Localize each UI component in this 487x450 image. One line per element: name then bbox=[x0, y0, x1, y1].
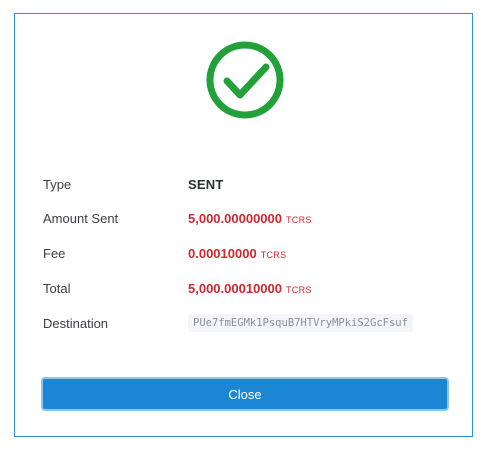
fee-row: Fee 0.00010000 TCRS bbox=[43, 241, 453, 265]
fee-label: Fee bbox=[43, 245, 66, 261]
amount-sent-label: Amount Sent bbox=[43, 210, 119, 226]
amount-sent-value: 5,000.00000000 bbox=[188, 210, 282, 226]
type-row: Type SENT bbox=[43, 172, 453, 196]
type-value: SENT bbox=[188, 176, 224, 192]
total-value-group: 5,000.00010000 TCRS bbox=[188, 281, 312, 296]
destination-row: Destination PUe7fmEGMk1PsquB7HTVryMPkiS2… bbox=[43, 311, 453, 335]
fee-value: 0.00010000 bbox=[188, 245, 257, 261]
destination-address[interactable]: PUe7fmEGMk1PsquB7HTVryMPkiS2GcFsuf bbox=[188, 314, 413, 332]
transaction-result-dialog: Type SENT Amount Sent 5,000.00000000 TCR… bbox=[14, 13, 473, 437]
total-label: Total bbox=[43, 280, 71, 296]
destination-label: Destination bbox=[43, 315, 109, 331]
type-label: Type bbox=[43, 176, 72, 192]
total-value: 5,000.00010000 bbox=[188, 280, 282, 296]
close-button[interactable]: Close bbox=[41, 377, 449, 411]
fee-value-group: 0.00010000 TCRS bbox=[188, 246, 286, 261]
amount-sent-value-group: 5,000.00000000 TCRS bbox=[188, 211, 312, 226]
amount-sent-row: Amount Sent 5,000.00000000 TCRS bbox=[43, 206, 453, 230]
total-unit: TCRS bbox=[285, 284, 312, 295]
total-row: Total 5,000.00010000 TCRS bbox=[43, 276, 453, 300]
check-circle-icon bbox=[206, 41, 284, 119]
amount-sent-unit: TCRS bbox=[285, 214, 312, 225]
fee-unit: TCRS bbox=[260, 249, 287, 260]
